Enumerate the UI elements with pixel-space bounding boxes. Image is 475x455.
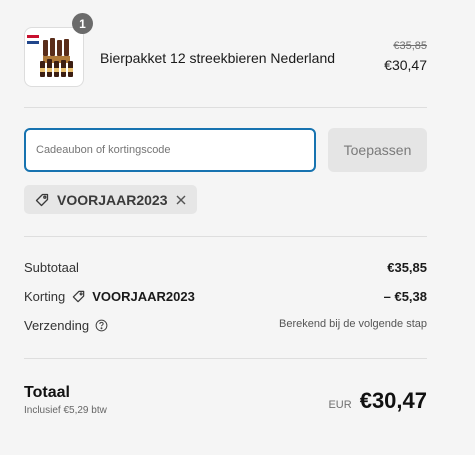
subtotal-value: €35,85 — [387, 260, 427, 275]
subtotal-row: Subtotaal €35,85 — [24, 258, 427, 278]
remove-discount-icon[interactable] — [175, 194, 187, 206]
divider — [24, 107, 427, 108]
product-price: €30,47 — [384, 57, 427, 73]
order-line-item: 1 Bierpakket 12 streekbieren Nederland €… — [24, 13, 427, 90]
total-amount: €30,47 — [359, 388, 427, 413]
tag-icon — [71, 289, 86, 304]
product-name: Bierpakket 12 streekbieren Nederland — [100, 50, 336, 66]
currency-code: EUR — [328, 399, 352, 411]
total-amount-group: EUR €30,47 — [328, 388, 427, 414]
discount-label-group: Korting VOORJAAR2023 — [24, 289, 195, 304]
help-circle-icon[interactable] — [95, 319, 108, 332]
shipping-label-group: Verzending — [24, 318, 108, 333]
tag-icon — [34, 192, 50, 208]
discount-code-input[interactable] — [24, 128, 316, 172]
discount-label: Korting — [24, 289, 66, 304]
product-thumbnail — [24, 27, 84, 87]
discount-value: – €5,38 — [383, 289, 427, 304]
applied-code-label: VOORJAAR2023 — [57, 191, 168, 208]
quantity-badge: 1 — [72, 13, 93, 34]
discount-row: Korting VOORJAAR2023 – €5,38 — [24, 287, 427, 307]
shipping-value: Berekend bij de volgende stap — [279, 318, 427, 330]
total-label: Totaal — [24, 384, 70, 401]
divider — [24, 358, 427, 359]
original-price: €35,85 — [393, 40, 427, 52]
shipping-label: Verzending — [24, 318, 90, 333]
subtotal-label: Subtotaal — [24, 260, 79, 275]
discount-code: VOORJAAR2023 — [92, 289, 195, 304]
divider — [24, 236, 427, 237]
shipping-row: Verzending Berekend bij de volgende stap — [24, 316, 427, 336]
beer-bottles-icon — [27, 35, 73, 77]
applied-discount-chip: VOORJAAR2023 — [24, 185, 197, 214]
tax-note: Inclusief €5,29 btw — [24, 405, 107, 416]
apply-discount-button[interactable]: Toepassen — [328, 128, 427, 172]
